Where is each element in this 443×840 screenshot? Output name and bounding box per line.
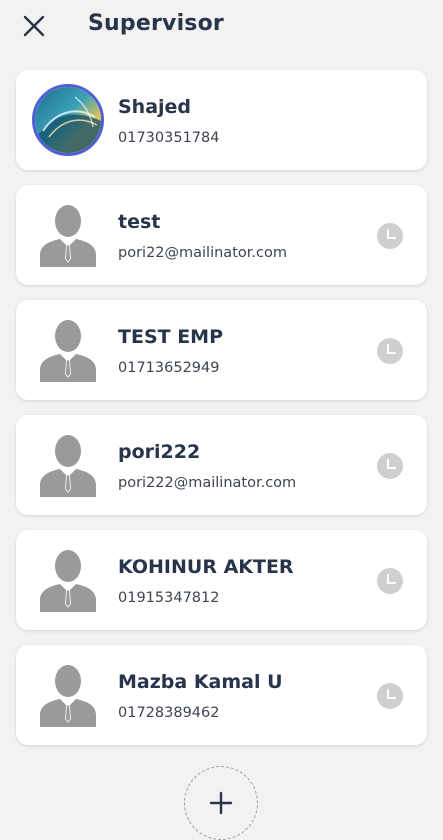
close-button[interactable] (20, 12, 48, 40)
supervisor-contact: pori222@mailinator.com (118, 475, 297, 491)
avatar (38, 548, 98, 612)
person-silhouette-icon (40, 550, 96, 612)
avatar (32, 84, 104, 156)
supervisor-name: test (118, 211, 161, 233)
clock-icon (377, 338, 403, 364)
supervisor-name: TEST EMP (118, 326, 224, 348)
person-silhouette-icon (40, 665, 96, 727)
person-silhouette-icon (40, 205, 96, 267)
plus-icon (209, 791, 233, 815)
clock-icon (377, 683, 403, 709)
avatar (38, 663, 98, 727)
supervisor-contact: 01915347812 (118, 590, 220, 606)
person-silhouette-icon (40, 320, 96, 382)
supervisor-name: Mazba Kamal U (118, 671, 283, 693)
supervisor-list: Shajed 01730351784 test pori22@mailinato… (16, 70, 427, 760)
supervisor-name: Shajed (118, 96, 192, 118)
supervisor-name: KOHINUR AKTER (118, 556, 294, 578)
wave-photo-icon (35, 87, 101, 153)
clock-icon (377, 453, 403, 479)
supervisor-contact: pori22@mailinator.com (118, 245, 287, 261)
clock-icon (377, 568, 403, 594)
add-supervisor-button[interactable] (184, 766, 258, 840)
avatar (38, 203, 98, 267)
supervisor-card[interactable]: Shajed 01730351784 (16, 70, 427, 170)
supervisor-contact: 01728389462 (118, 705, 220, 721)
avatar (38, 433, 98, 497)
supervisor-card[interactable]: KOHINUR AKTER 01915347812 (16, 530, 427, 630)
supervisor-contact: 01713652949 (118, 360, 220, 376)
app-header: Supervisor (0, 0, 443, 56)
supervisor-card[interactable]: Mazba Kamal U 01728389462 (16, 645, 427, 745)
supervisor-contact: 01730351784 (118, 130, 220, 146)
clock-icon (377, 223, 403, 249)
close-icon (23, 15, 45, 37)
page-title: Supervisor (88, 11, 224, 36)
supervisor-name: pori222 (118, 441, 201, 463)
avatar (38, 318, 98, 382)
supervisor-card[interactable]: test pori22@mailinator.com (16, 185, 427, 285)
supervisor-card[interactable]: pori222 pori222@mailinator.com (16, 415, 427, 515)
supervisor-card[interactable]: TEST EMP 01713652949 (16, 300, 427, 400)
person-silhouette-icon (40, 435, 96, 497)
